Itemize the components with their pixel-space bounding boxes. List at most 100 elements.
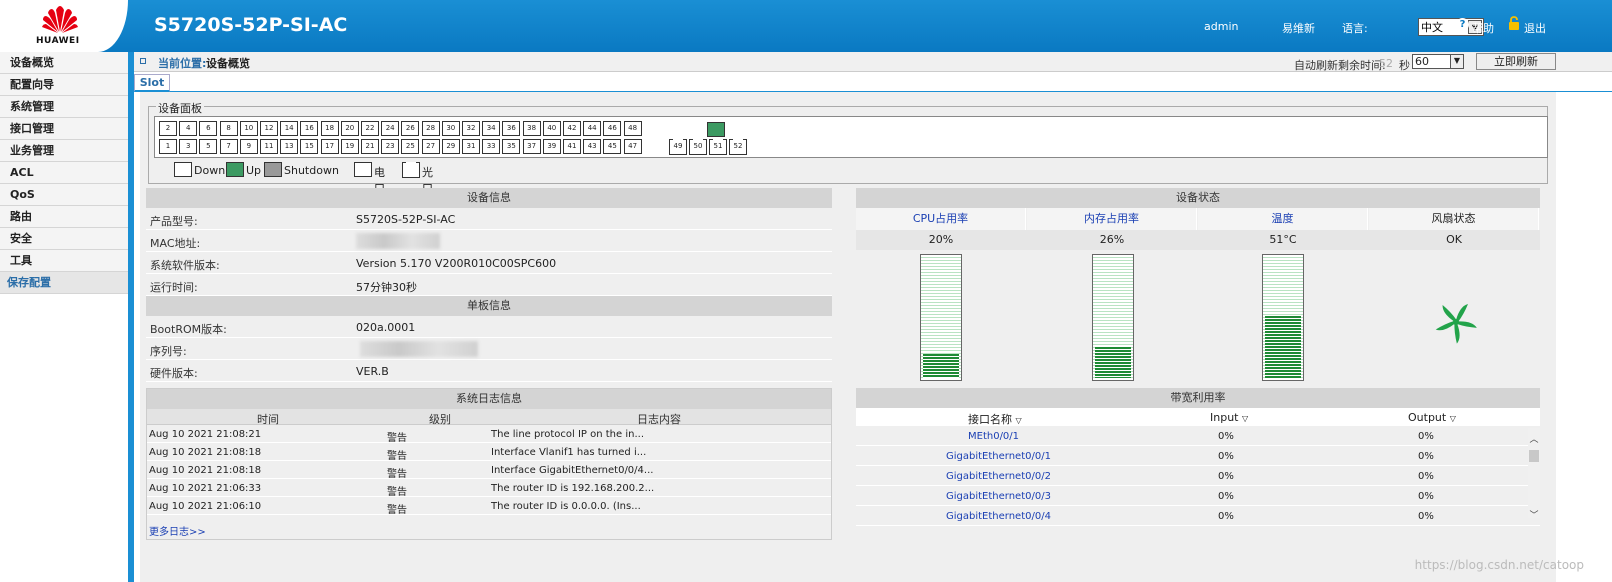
port-43[interactable]: 43 [583,139,602,154]
port-2[interactable]: 2 [159,121,177,136]
sidebar-item-tools[interactable]: 工具 [0,250,128,272]
interface-name[interactable]: GigabitEthernet0/0/2 [946,471,1051,482]
port-23[interactable]: 23 [381,139,400,154]
sidebar-item-save-config[interactable]: 保存配置 [0,272,128,294]
port-28[interactable]: 28 [421,121,440,136]
scroll-thumb[interactable] [1529,450,1539,462]
port-15[interactable]: 15 [300,139,319,154]
port-34[interactable]: 34 [482,121,501,136]
port-50[interactable]: 50 [689,139,707,155]
port-30[interactable]: 30 [441,121,460,136]
port-25[interactable]: 25 [401,139,420,154]
port-36[interactable]: 36 [502,121,521,136]
port-51[interactable]: 51 [709,139,727,155]
port-42[interactable]: 42 [563,121,581,136]
refresh-interval-select[interactable]: 60 ▼ [1412,54,1464,69]
interface-input: 0% [1218,511,1234,522]
port-up-indicator[interactable] [707,122,725,137]
cpu-usage-link[interactable]: CPU占用率 [856,208,1026,230]
refresh-now-button[interactable]: 立即刷新 [1476,53,1556,70]
port-17[interactable]: 17 [320,139,339,154]
port-31[interactable]: 31 [462,139,480,154]
interface-name[interactable]: MEth0/0/1 [968,431,1019,442]
lock-icon[interactable] [1508,16,1520,31]
port-22[interactable]: 22 [361,121,379,136]
chevron-down-icon: ▼ [1450,55,1463,68]
port-44[interactable]: 44 [583,121,602,136]
sidebar-item-qos[interactable]: QoS [0,184,128,206]
port-35[interactable]: 35 [502,139,521,154]
bandwidth-scrollbar[interactable]: ︿ ﹀ [1528,428,1540,521]
table-row[interactable]: GigabitEthernet0/0/2 0% 0% [856,466,1540,486]
port-8[interactable]: 8 [219,121,238,136]
port-7[interactable]: 7 [219,139,238,154]
help-icon[interactable]: ? [1456,18,1469,31]
port-24[interactable]: 24 [381,121,400,136]
port-45[interactable]: 45 [603,139,622,154]
sidebar-item-security[interactable]: 安全 [0,228,128,250]
sidebar-item-service[interactable]: 业务管理 [0,140,128,162]
port-37[interactable]: 37 [522,139,541,154]
interface-output: 0% [1418,491,1434,502]
help-link[interactable]: 帮助 [1472,20,1494,36]
tab-slot-0[interactable]: Slot 0 [134,74,170,105]
sidebar-item-system[interactable]: 系统管理 [0,96,128,118]
port-29[interactable]: 29 [441,139,460,154]
cpu-gauge-fill [923,353,959,378]
sidebar-item-routing[interactable]: 路由 [0,206,128,228]
temperature-link[interactable]: 温度 [1198,208,1368,230]
port-33[interactable]: 33 [482,139,501,154]
port-32[interactable]: 32 [462,121,480,136]
port-1[interactable]: 1 [159,139,177,154]
sidebar-item-interface[interactable]: 接口管理 [0,118,128,140]
logout-link[interactable]: 退出 [1524,20,1546,36]
table-row[interactable]: GigabitEthernet0/0/3 0% 0% [856,486,1540,506]
port-13[interactable]: 13 [280,139,299,154]
easy-ops-link[interactable]: 易维新 [1282,20,1315,36]
device-panel: 2 4 6 8 10 12 14 16 18 20 22 24 26 28 30 32 34 36 38 40 42 44… [154,116,1548,158]
port-21[interactable]: 21 [361,139,379,154]
memory-usage-link[interactable]: 内存占用率 [1027,208,1197,230]
port-9[interactable]: 9 [239,139,258,154]
interface-name[interactable]: GigabitEthernet0/0/4 [946,511,1051,522]
port-39[interactable]: 39 [542,139,561,154]
port-11[interactable]: 11 [260,139,278,154]
port-20[interactable]: 20 [340,121,359,136]
port-49[interactable]: 49 [669,139,687,155]
interface-name[interactable]: GigabitEthernet0/0/3 [946,491,1051,502]
sidebar-item-device-overview[interactable]: 设备概览 [0,52,128,74]
port-46[interactable]: 46 [603,121,622,136]
port-38[interactable]: 38 [522,121,541,136]
table-row[interactable]: GigabitEthernet0/0/1 0% 0% [856,446,1540,466]
port-4[interactable]: 4 [179,121,198,136]
port-27[interactable]: 27 [421,139,440,154]
bw-col-input[interactable]: Input ▽ [1210,411,1248,424]
port-52[interactable]: 52 [729,139,747,155]
port-3[interactable]: 3 [179,139,198,154]
port-10[interactable]: 10 [239,121,258,136]
more-logs-link[interactable]: 更多日志>> [149,523,206,538]
chevron-down-icon[interactable]: ﹀ [1528,508,1540,521]
port-5[interactable]: 5 [199,139,218,154]
sidebar-item-config-wizard[interactable]: 配置向导 [0,74,128,96]
temperature-value: 51°C [1269,233,1297,246]
port-41[interactable]: 41 [563,139,581,154]
refresh-interval-value: 60 [1415,55,1429,68]
table-row[interactable]: GigabitEthernet0/0/4 0% 0% [856,506,1540,526]
port-12[interactable]: 12 [260,121,278,136]
interface-name[interactable]: GigabitEthernet0/0/1 [946,451,1051,462]
port-16[interactable]: 16 [300,121,319,136]
port-14[interactable]: 14 [280,121,299,136]
port-19[interactable]: 19 [340,139,359,154]
table-row[interactable]: MEth0/0/1 0% 0% [856,426,1540,446]
port-47[interactable]: 47 [623,139,642,154]
sidebar-item-acl[interactable]: ACL [0,162,128,184]
port-48[interactable]: 48 [623,121,642,136]
port-6[interactable]: 6 [199,121,218,136]
port-40[interactable]: 40 [542,121,561,136]
bw-col-output[interactable]: Output ▽ [1408,411,1456,424]
port-18[interactable]: 18 [320,121,339,136]
bw-col-name[interactable]: 接口名称 ▽ [968,411,1022,427]
chevron-up-icon[interactable]: ︿ [1528,432,1540,445]
port-26[interactable]: 26 [401,121,420,136]
